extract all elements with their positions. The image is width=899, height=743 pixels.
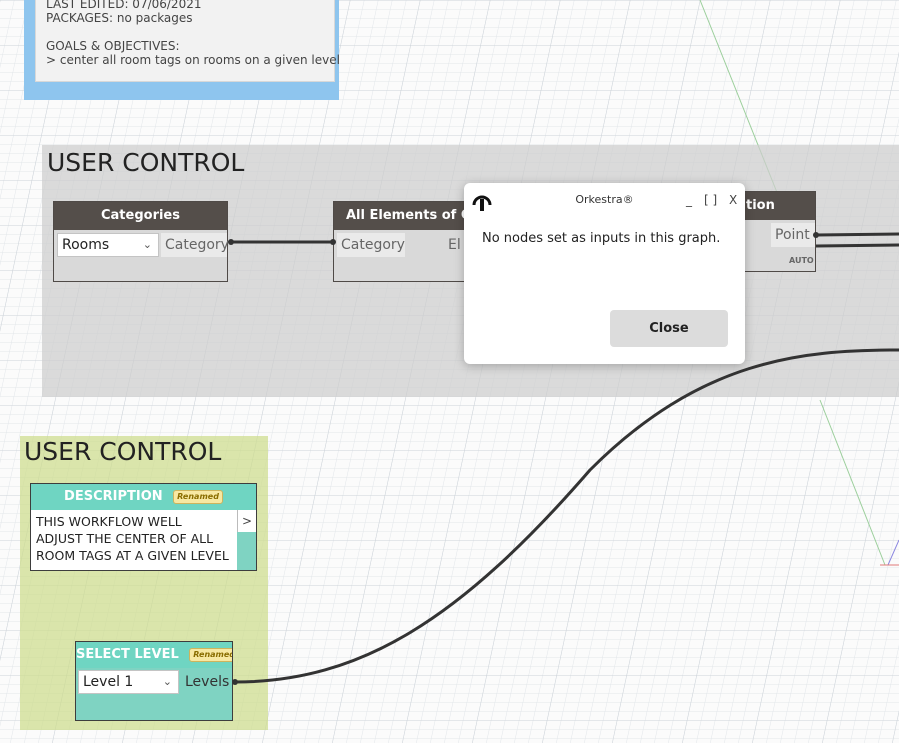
maximize-button[interactable]: [ ] — [704, 193, 717, 207]
select-level-node-header: SELECT LEVEL Renamed — [76, 642, 232, 668]
renamed-badge: Renamed — [189, 647, 232, 662]
dialog-message: No nodes set as inputs in this graph. — [482, 231, 721, 246]
levels-output-port[interactable]: Levels — [181, 670, 232, 694]
description-node-header: DESCRIPTION Renamed — [31, 484, 256, 510]
renamed-badge: Renamed — [173, 489, 223, 504]
location-output-port[interactable]: Point — [771, 223, 815, 247]
description-node-title: DESCRIPTION — [64, 489, 163, 504]
dialog-title: Orkestra® — [575, 193, 634, 206]
chevron-down-icon: ⌄ — [162, 675, 172, 688]
close-button[interactable]: Close — [610, 310, 728, 347]
levels-output-dot[interactable] — [232, 679, 238, 685]
all-elements-node-title: All Elements of Ca — [334, 202, 472, 230]
minimize-button[interactable]: _ — [686, 193, 692, 207]
categories-output-port[interactable]: Category — [161, 233, 229, 257]
description-node[interactable]: DESCRIPTION Renamed THIS WORKFLOW WELL A… — [30, 483, 257, 571]
categories-node-title: Categories — [54, 202, 227, 230]
select-level-node[interactable]: SELECT LEVEL Renamed Level 1 ⌄ Levels — [75, 641, 233, 721]
categories-dropdown[interactable]: Rooms ⌄ — [57, 233, 159, 257]
wire-levels — [234, 348, 899, 684]
orkestra-dialog[interactable]: Orkestra® _ [ ] X No nodes set as inputs… — [464, 183, 745, 364]
wire-point-1 — [815, 232, 899, 237]
all-elements-node[interactable]: All Elements of Ca Category El — [333, 201, 473, 282]
categories-selected: Rooms — [62, 237, 110, 253]
select-level-node-title: SELECT LEVEL — [76, 647, 179, 662]
close-x-button[interactable]: X — [729, 193, 737, 207]
description-output-port[interactable]: > — [237, 510, 256, 532]
categories-output-dot[interactable] — [228, 239, 234, 245]
wire-point-2 — [815, 243, 899, 248]
chevron-down-icon: ⌄ — [142, 238, 152, 251]
description-text[interactable]: THIS WORKFLOW WELL ADJUST THE CENTER OF … — [31, 510, 237, 570]
all-elements-input-dot[interactable] — [330, 239, 336, 245]
wires — [231, 232, 899, 684]
all-elements-input-port[interactable]: Category — [337, 233, 405, 257]
location-output-dot[interactable] — [813, 232, 819, 238]
lacing-label[interactable]: AUTO — [789, 256, 814, 265]
categories-node[interactable]: Categories Rooms ⌄ Category — [53, 201, 229, 282]
level-selected: Level 1 — [83, 674, 134, 690]
level-dropdown[interactable]: Level 1 ⌄ — [78, 670, 179, 694]
